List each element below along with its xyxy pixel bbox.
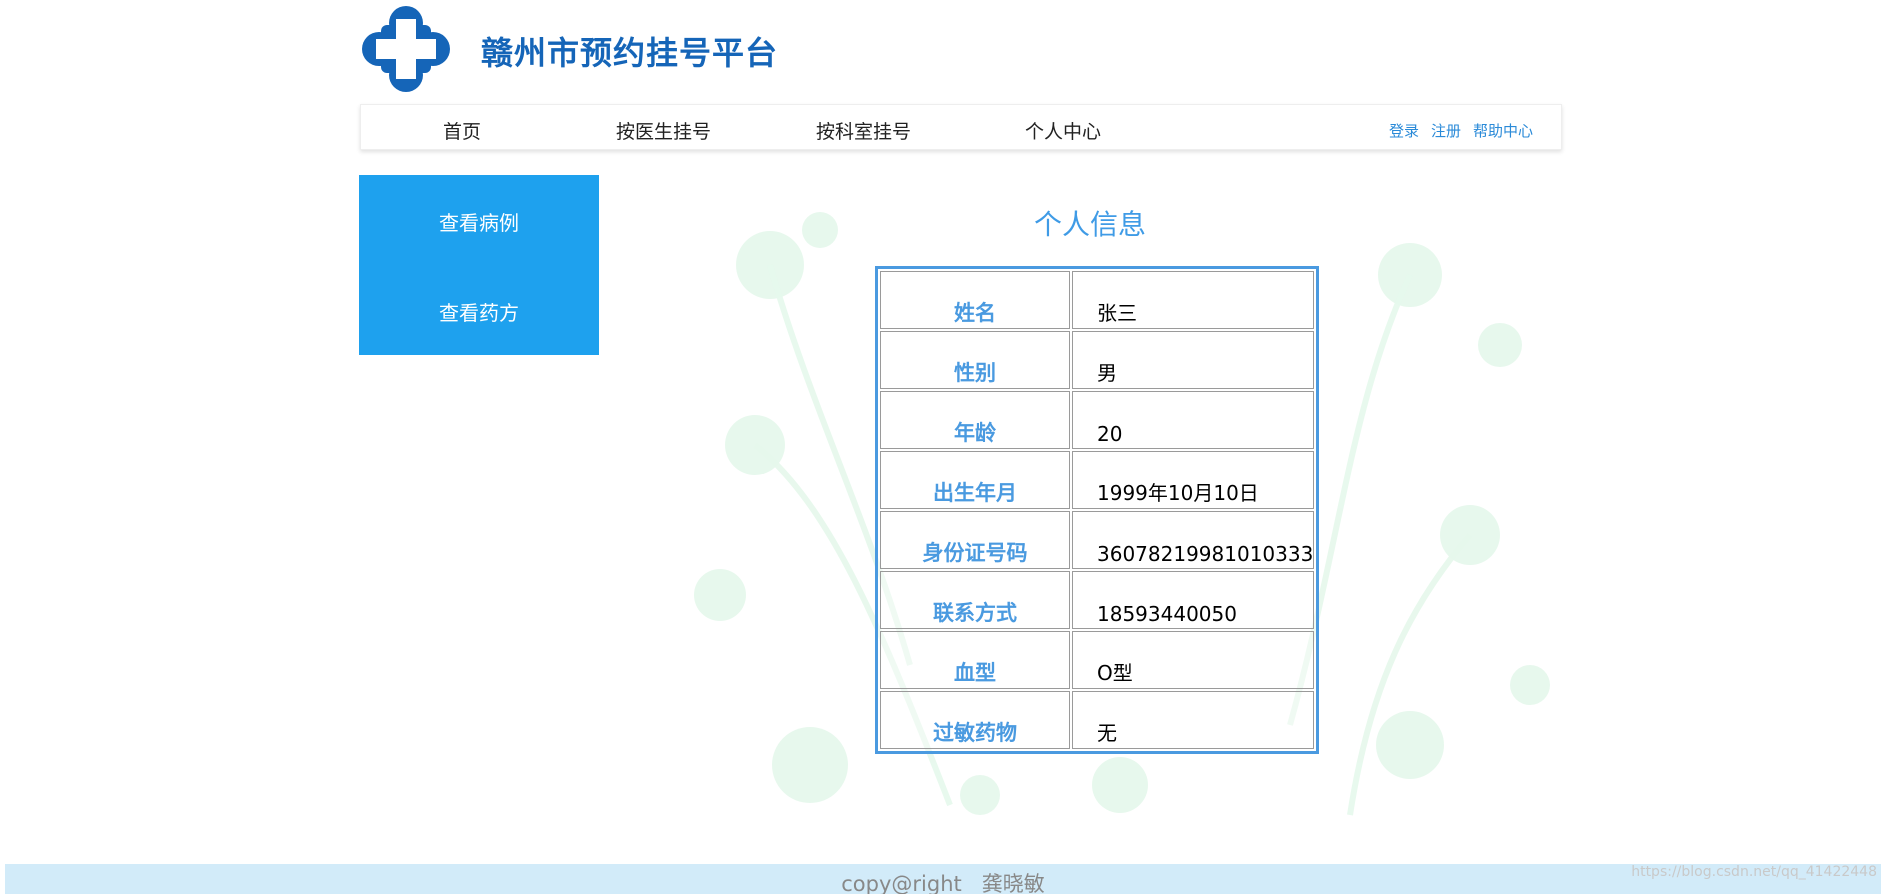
help-center-link[interactable]: 帮助中心 — [1473, 120, 1533, 141]
author-name: 龚晓敏 — [981, 872, 1045, 894]
field-value-name: 张三 — [1072, 271, 1314, 329]
sidebar-menu: 查看病例 查看药方 — [359, 175, 599, 355]
field-value-gender: 男 — [1072, 331, 1314, 389]
footer-text: copy@right 龚晓敏 — [5, 868, 1881, 894]
blog-watermark: https://blog.csdn.net/qq_41422448 — [1631, 864, 1877, 880]
register-link[interactable]: 注册 — [1431, 120, 1461, 141]
field-label-gender: 性别 — [880, 331, 1070, 389]
field-label-age: 年龄 — [880, 391, 1070, 449]
login-link[interactable]: 登录 — [1389, 120, 1419, 141]
personal-info-title: 个人信息 — [1033, 208, 1146, 241]
hospital-cross-logo — [361, 5, 451, 93]
nav-by-department[interactable]: 按科室挂号 — [816, 117, 911, 144]
table-row: 血型 O型 — [880, 631, 1314, 689]
field-label-contact: 联系方式 — [880, 571, 1070, 629]
field-value-blood-type: O型 — [1072, 631, 1314, 689]
nav-personal-center[interactable]: 个人中心 — [1025, 117, 1101, 144]
copyright-text: copy@right — [841, 872, 962, 894]
table-row: 姓名 张三 — [880, 271, 1314, 329]
sidebar-item-view-prescriptions[interactable]: 查看药方 — [359, 297, 599, 326]
table-row: 联系方式 18593440050 — [880, 571, 1314, 629]
page: 赣州市预约挂号平台 首页 按医生挂号 按科室挂号 个人中心 登录 注册 帮助中心… — [0, 0, 1881, 894]
table-row: 过敏药物 无 — [880, 691, 1314, 749]
field-label-name: 姓名 — [880, 271, 1070, 329]
field-label-birth-date: 出生年月 — [880, 451, 1070, 509]
table-row: 出生年月 1999年10月10日 — [880, 451, 1314, 509]
footer: copy@right 龚晓敏 — [5, 864, 1881, 894]
field-label-id-number: 身份证号码 — [880, 511, 1070, 569]
field-label-blood-type: 血型 — [880, 631, 1070, 689]
personal-info-table: 姓名 张三 性别 男 年龄 20 出生年月 1999年10月10日 身份证号码 … — [875, 266, 1319, 754]
nav-home[interactable]: 首页 — [443, 117, 481, 144]
field-value-allergies: 无 — [1072, 691, 1314, 749]
field-value-contact: 18593440050 — [1072, 571, 1314, 629]
field-label-allergies: 过敏药物 — [880, 691, 1070, 749]
field-value-id-number: 360782199810103331 — [1072, 511, 1314, 569]
site-title: 赣州市预约挂号平台 — [481, 34, 779, 72]
field-value-birth-date: 1999年10月10日 — [1072, 451, 1314, 509]
table-row: 年龄 20 — [880, 391, 1314, 449]
table-row: 身份证号码 360782199810103331 — [880, 511, 1314, 569]
nav-by-doctor[interactable]: 按医生挂号 — [616, 117, 711, 144]
main-nav: 首页 按医生挂号 按科室挂号 个人中心 登录 注册 帮助中心 — [360, 104, 1562, 150]
sidebar-item-view-cases[interactable]: 查看病例 — [359, 207, 599, 236]
table-row: 性别 男 — [880, 331, 1314, 389]
field-value-age: 20 — [1072, 391, 1314, 449]
